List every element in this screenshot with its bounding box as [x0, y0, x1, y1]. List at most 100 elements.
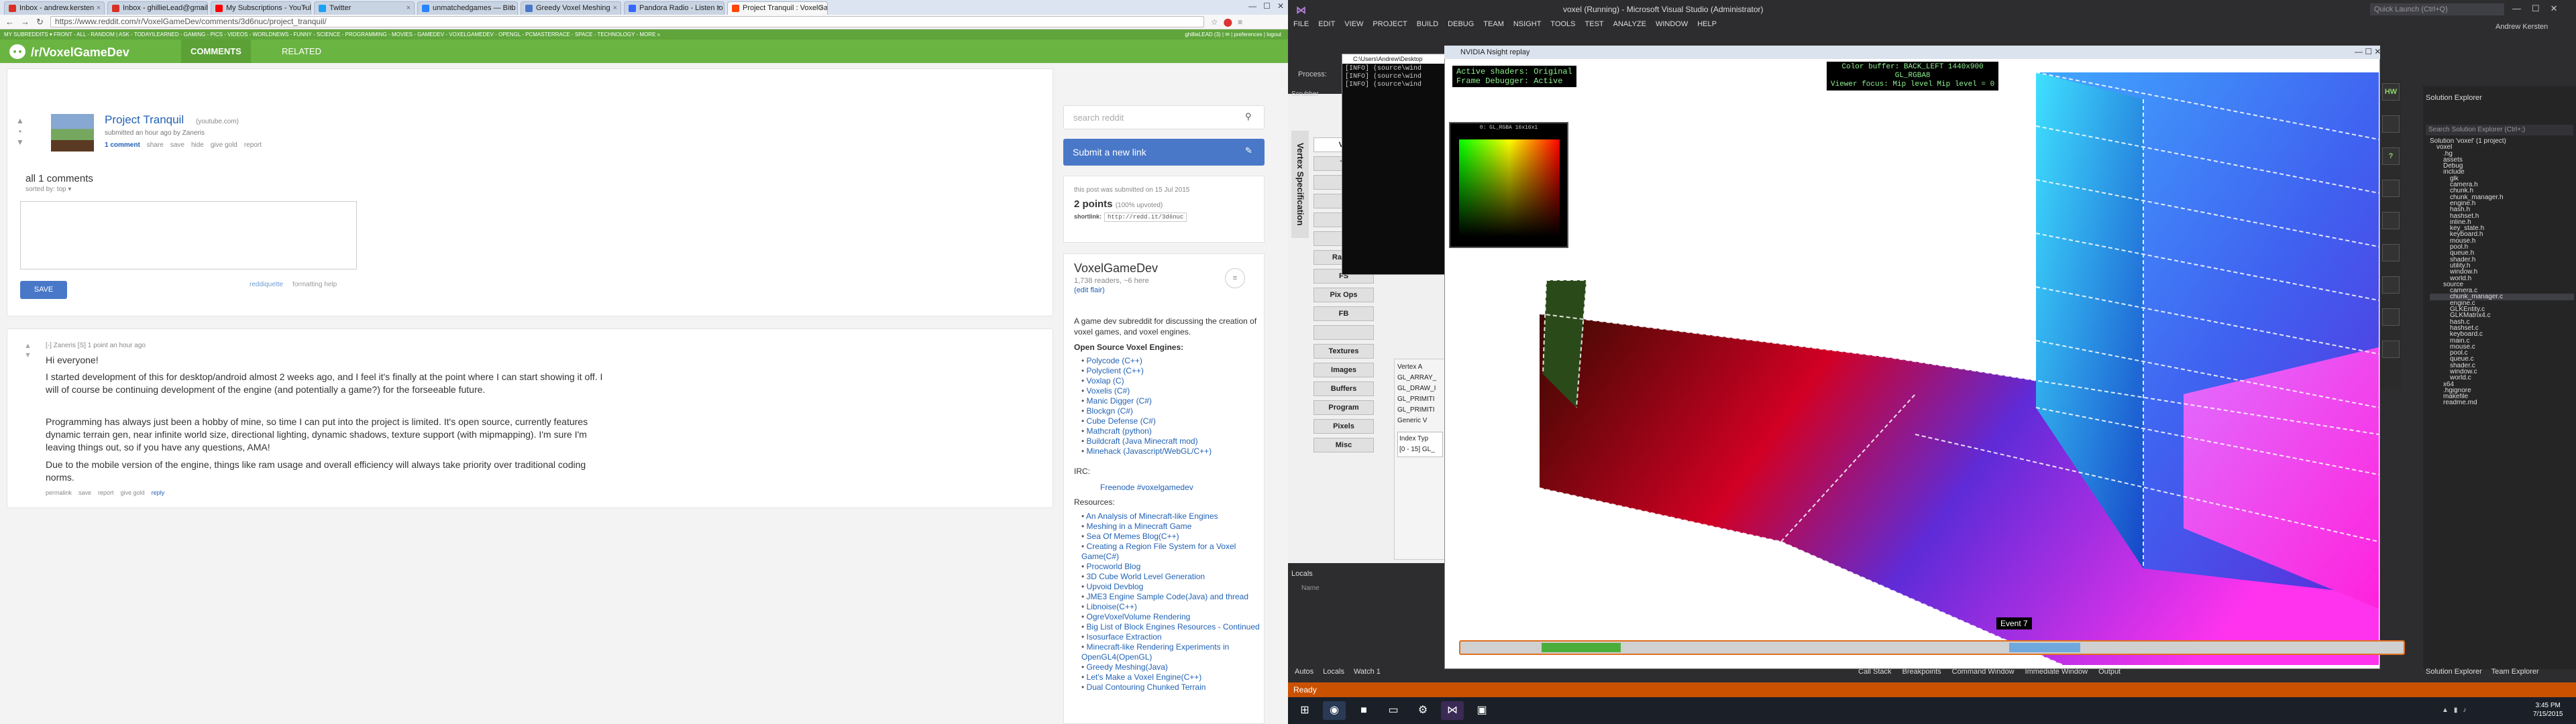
browser-tab[interactable]: Inbox - ghillieLead@gmail ×: [107, 1, 208, 15]
scrubber-tab[interactable]: Scrubber: [1291, 90, 1319, 98]
post-action-link[interactable]: hide: [191, 141, 204, 149]
vs-menu-item[interactable]: DEBUG: [1448, 20, 1474, 28]
maximize-icon[interactable]: ☐: [1263, 1, 1271, 11]
comment-action-link[interactable]: report: [98, 489, 114, 496]
vertex-specification-tab[interactable]: Vertex Specification: [1291, 131, 1309, 238]
solution-tree-item[interactable]: keyboard.h: [2430, 231, 2574, 237]
resource-link[interactable]: Greedy Meshing(Java): [1081, 662, 1266, 672]
tab-close-icon[interactable]: ×: [303, 2, 307, 15]
solution-tree-item[interactable]: inline.h: [2430, 219, 2574, 225]
tab-close-icon[interactable]: ×: [407, 2, 411, 15]
pipeline-stage-button[interactable]: [1313, 325, 1374, 340]
minecraft-icon[interactable]: ■: [1352, 701, 1375, 720]
solution-tree-item[interactable]: camera.h: [2430, 182, 2574, 188]
solution-tree-item[interactable]: window.c: [2430, 369, 2574, 375]
solution-tree-item[interactable]: engine.h: [2430, 200, 2574, 206]
post-action-link[interactable]: give gold: [211, 141, 237, 149]
subreddit-name[interactable]: /r/VoxelGameDev: [31, 46, 129, 60]
pipeline-stage-button[interactable]: Textures: [1313, 344, 1374, 359]
solution-tree-item[interactable]: mouse.h: [2430, 238, 2574, 244]
vs-menu-item[interactable]: ANALYZE: [1613, 20, 1646, 28]
browser-tab[interactable]: Project Tranquil : VoxelGa ×: [727, 1, 828, 15]
solution-tree-item[interactable]: chunk_manager.h: [2430, 194, 2574, 200]
hud-button[interactable]: ?: [2382, 147, 2400, 165]
chrome-icon[interactable]: ◉: [1323, 701, 1346, 720]
comment-action-link[interactable]: save: [78, 489, 91, 496]
solution-tree-item[interactable]: world.h: [2430, 276, 2574, 282]
hud-button[interactable]: [2382, 244, 2400, 261]
tab-related[interactable]: RELATED: [282, 40, 321, 63]
solution-tree-item[interactable]: source: [2430, 282, 2574, 288]
shortlink-field[interactable]: http://redd.it/3d6nuc: [1104, 213, 1187, 222]
solution-tree-item[interactable]: Solution 'voxel' (1 project): [2430, 138, 2574, 144]
solution-tree-item[interactable]: chunk.h: [2430, 188, 2574, 194]
pipeline-stage-button[interactable]: Images: [1313, 363, 1374, 377]
comment-textarea[interactable]: [20, 201, 357, 269]
solution-tree-item[interactable]: voxel: [2430, 144, 2574, 150]
browser-tab[interactable]: unmatchedgames — Bitb ×: [417, 1, 518, 15]
resource-link[interactable]: Meshing in a Minecraft Game: [1081, 522, 1266, 532]
solution-tree-item[interactable]: hash.c: [2430, 319, 2574, 325]
engine-link[interactable]: Voxelis (C#): [1081, 386, 1266, 396]
engine-link[interactable]: Buildcraft (Java Minecraft mod): [1081, 436, 1266, 446]
post-action-link[interactable]: 1 comment: [105, 141, 140, 149]
solution-tree-item[interactable]: window.h: [2430, 269, 2574, 275]
hud-button[interactable]: [2382, 115, 2400, 133]
minimize-icon[interactable]: —: [2512, 3, 2521, 14]
tab-comments[interactable]: COMMENTS: [181, 40, 251, 63]
resource-link[interactable]: Dual Contouring Chunked Terrain: [1081, 682, 1266, 692]
visual-studio-icon[interactable]: ⋈: [1441, 701, 1464, 720]
forward-icon[interactable]: →: [21, 17, 30, 27]
pipeline-stage-button[interactable]: Pix Ops: [1313, 288, 1374, 302]
nsight-icon[interactable]: ▣: [1470, 701, 1493, 720]
solution-tree-item[interactable]: GLKEntity.c: [2430, 306, 2574, 312]
browser-tab[interactable]: Pandora Radio - Listen to ×: [624, 1, 724, 15]
irc-channel-link[interactable]: Freenode #voxelgamedev: [1100, 483, 1193, 492]
vs-menu-item[interactable]: TEAM: [1483, 20, 1504, 28]
solution-tree-item[interactable]: include: [2430, 169, 2574, 175]
vs-menu-item[interactable]: BUILD: [1417, 20, 1438, 28]
solution-tree-item[interactable]: hash.h: [2430, 206, 2574, 213]
resource-link[interactable]: OgreVoxelVolume Rendering: [1081, 612, 1266, 622]
pipeline-stage-button[interactable]: Program: [1313, 400, 1374, 415]
tab-close-icon[interactable]: ×: [820, 2, 824, 15]
minimize-icon[interactable]: —: [1248, 1, 1256, 11]
subscribe-icon[interactable]: ≡: [1225, 268, 1245, 288]
post-action-link[interactable]: report: [244, 141, 262, 149]
solution-bottom-tab[interactable]: Solution Explorer: [2426, 668, 2482, 676]
tab-close-icon[interactable]: ×: [716, 2, 720, 15]
solution-tree-item[interactable]: x64: [2430, 381, 2574, 387]
upvote-icon[interactable]: ▲: [13, 115, 27, 126]
hud-button[interactable]: HW: [2382, 83, 2400, 101]
solution-tree-item[interactable]: main.c: [2430, 338, 2574, 344]
engine-link[interactable]: Voxlap (C): [1081, 376, 1266, 386]
solution-bottom-tab[interactable]: Team Explorer: [2491, 668, 2539, 676]
debug-tab[interactable]: Autos: [1295, 668, 1313, 676]
network-icon[interactable]: ▮: [2454, 707, 2458, 714]
vs-menu-item[interactable]: TOOLS: [1550, 20, 1575, 28]
close-icon[interactable]: ✕: [1277, 1, 1284, 11]
search-icon[interactable]: ⚲: [1245, 111, 1252, 122]
back-icon[interactable]: ←: [5, 17, 14, 27]
solution-tree-item[interactable]: pool.h: [2430, 244, 2574, 250]
hud-button[interactable]: [2382, 341, 2400, 358]
quick-launch-input[interactable]: Quick Launch (Ctrl+Q): [2370, 3, 2504, 15]
start-icon[interactable]: ⊞: [1293, 701, 1316, 720]
resource-link[interactable]: Let's Make a Voxel Engine(C++): [1081, 672, 1266, 682]
voxel-scene-render[interactable]: [1446, 59, 2379, 665]
downvote-icon[interactable]: ▼: [24, 351, 32, 360]
solution-tree-item[interactable]: hashset.c: [2430, 325, 2574, 331]
resource-link[interactable]: Creating a Region File System for a Voxe…: [1081, 542, 1266, 562]
solution-tree-item[interactable]: shader.c: [2430, 363, 2574, 369]
comment-action-link[interactable]: reply: [152, 489, 165, 496]
solution-tree-item[interactable]: keyboard.c: [2430, 331, 2574, 337]
solution-tree-item[interactable]: glk: [2430, 176, 2574, 182]
solution-tree-item[interactable]: makefile: [2430, 394, 2574, 400]
vs-menu-item[interactable]: HELP: [1697, 20, 1717, 28]
star-icon[interactable]: ☆: [1211, 17, 1218, 27]
engine-link[interactable]: Manic Digger (C#): [1081, 396, 1266, 406]
resource-link[interactable]: Minecraft-like Rendering Experiments in …: [1081, 642, 1266, 662]
solution-tree-item[interactable]: utility.h: [2430, 263, 2574, 269]
browser-tab[interactable]: Inbox - andrew.kersten ×: [4, 1, 105, 15]
volume-icon[interactable]: ♪: [2463, 707, 2466, 714]
